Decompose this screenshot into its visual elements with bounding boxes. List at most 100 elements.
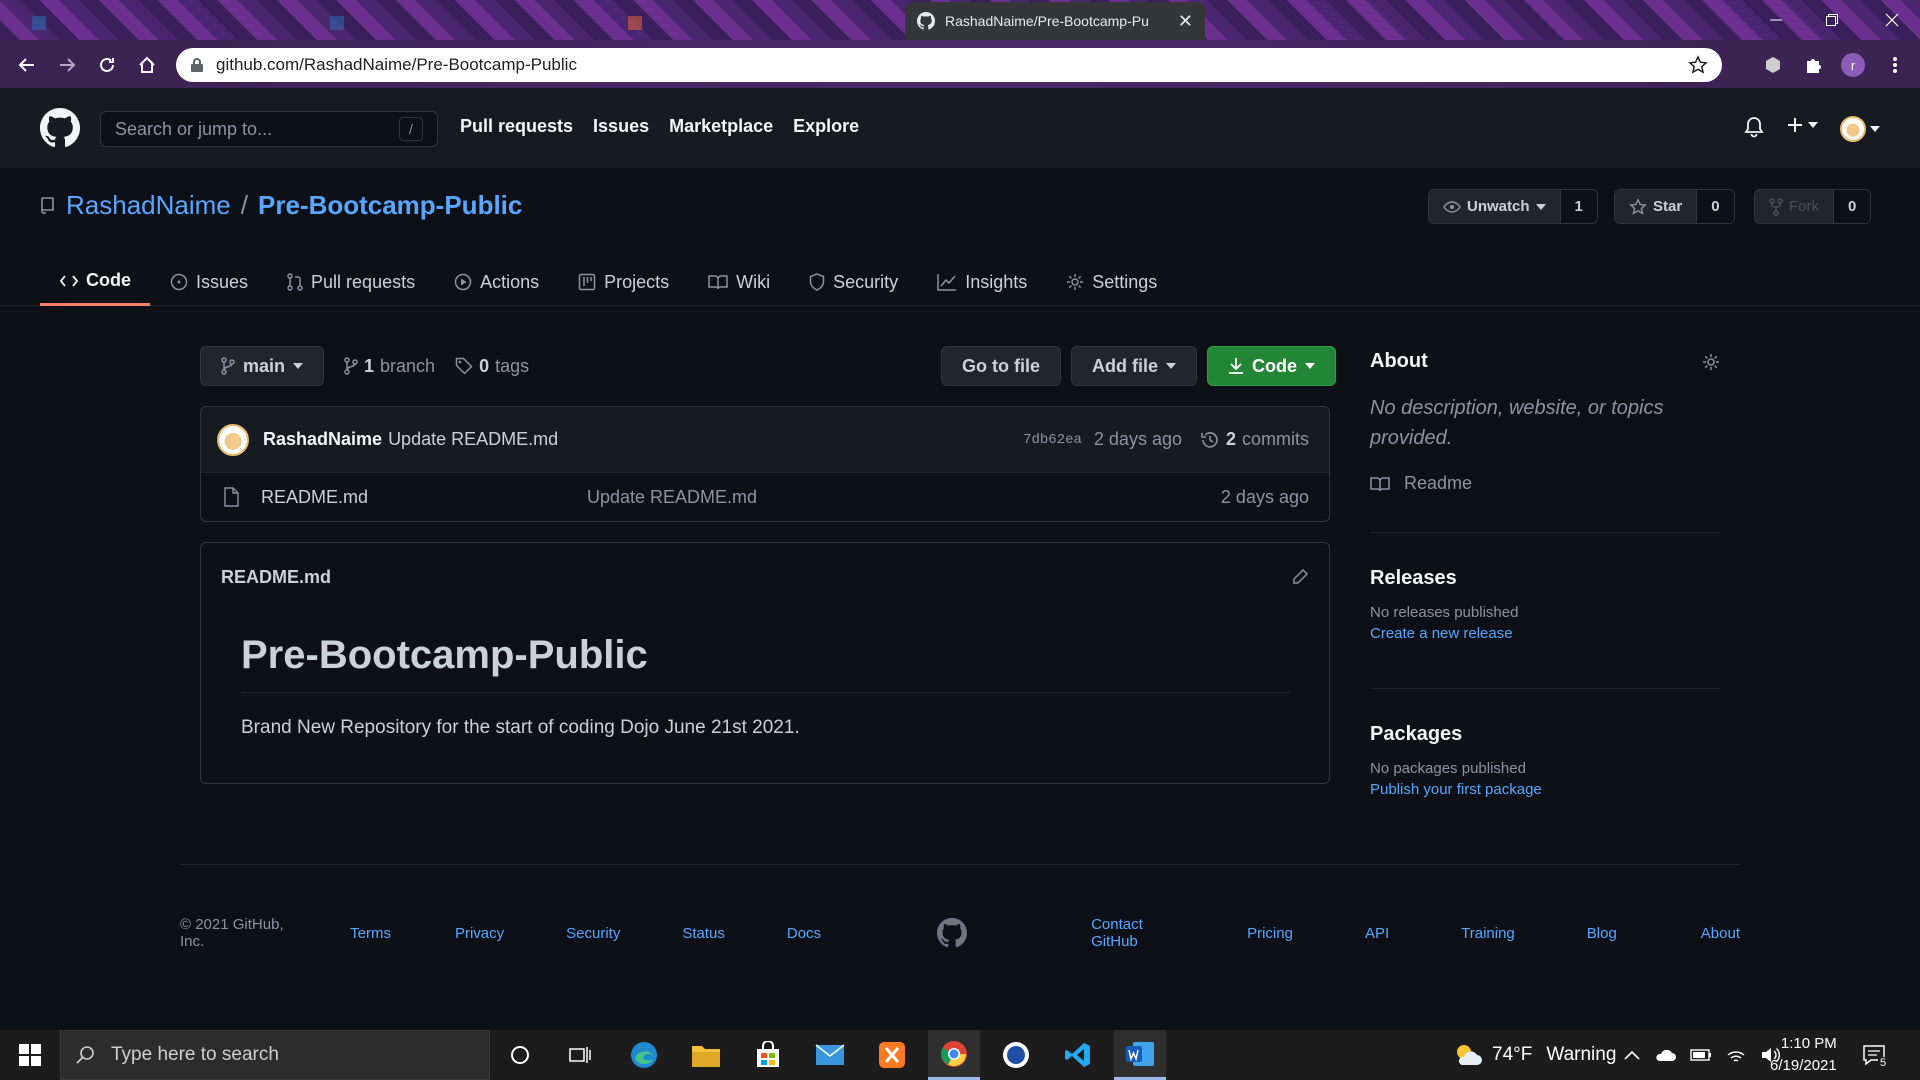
packages-title[interactable]: Packages [1370,723,1720,746]
tab-security[interactable]: Security [789,258,917,306]
footer-link-about[interactable]: About [1701,925,1740,942]
nav-marketplace[interactable]: Marketplace [669,116,773,137]
forks-count[interactable]: 0 [1833,190,1871,223]
footer-link-pricing[interactable]: Pricing [1247,925,1293,942]
start-button[interactable] [4,1030,56,1080]
readme-link[interactable]: Readme [1370,473,1720,494]
taskbar-app-edge[interactable] [618,1030,670,1080]
star-bookmark-icon[interactable] [1688,55,1708,75]
tab-settings[interactable]: Settings [1046,258,1176,306]
footer-link-blog[interactable]: Blog [1587,925,1617,942]
address-bar[interactable]: github.com/RashadNaime/Pre-Bootcamp-Publ… [176,48,1722,82]
footer-link-status[interactable]: Status [682,925,725,942]
taskbar-app-word-online[interactable] [990,1030,1042,1080]
footer-link-security[interactable]: Security [566,925,620,942]
browser-tab[interactable] [616,6,906,40]
branch-selector-button[interactable]: main [200,346,325,386]
footer-github-logo-link[interactable] [937,918,968,948]
task-view-button[interactable] [554,1030,606,1080]
user-menu-button[interactable] [1840,116,1880,142]
footer-link-privacy[interactable]: Privacy [455,925,504,942]
browser-menu-button[interactable] [1882,52,1908,78]
reload-button[interactable] [94,52,120,78]
publish-package-link[interactable]: Publish your first package [1370,781,1720,798]
chevron-up-icon[interactable] [1624,1050,1640,1060]
tab-pull-requests[interactable]: Pull requests [267,258,434,306]
footer-link-api[interactable]: API [1365,925,1389,942]
tab-projects[interactable]: Projects [558,258,688,306]
footer-link-terms[interactable]: Terms [350,925,391,942]
close-window-button[interactable] [1864,0,1920,40]
commit-author-link[interactable]: RashadNaime [263,429,382,450]
commit-author-avatar[interactable] [217,423,249,456]
watchers-count[interactable]: 1 [1559,190,1597,223]
file-name-link[interactable]: README.md [261,487,587,508]
tab-insights[interactable]: Insights [917,258,1046,306]
taskbar-app-file-explorer[interactable] [680,1030,732,1080]
taskbar-app-word[interactable] [1114,1030,1166,1080]
repo-name-link[interactable]: Pre-Bootcamp-Public [258,190,522,221]
code-download-button[interactable]: Code [1207,346,1336,386]
tab-wiki[interactable]: Wiki [688,258,789,306]
extension-button[interactable] [1760,52,1786,78]
branches-link[interactable]: 1 branch [344,356,435,377]
forward-button[interactable] [54,52,80,78]
taskbar-app-mail[interactable] [804,1030,856,1080]
notification-center-button[interactable]: 5 [1862,1030,1896,1080]
go-to-file-button[interactable]: Go to file [941,346,1061,386]
caret-down-icon [1535,203,1546,210]
repo-owner-link[interactable]: RashadNaime [66,190,231,221]
nav-pull-requests[interactable]: Pull requests [460,116,573,137]
github-home-link[interactable] [40,108,80,148]
wifi-icon[interactable] [1726,1046,1746,1064]
weather-widget[interactable]: 74°F Warning [1454,1030,1616,1080]
nav-explore[interactable]: Explore [793,116,859,137]
releases-title[interactable]: Releases [1370,567,1720,590]
cortana-button[interactable] [494,1030,546,1080]
browser-tab[interactable] [20,6,310,40]
close-tab-icon[interactable]: ✕ [1178,11,1193,32]
footer-link-docs[interactable]: Docs [787,925,821,942]
taskbar-app-xampp[interactable] [866,1030,918,1080]
taskbar-app-chrome[interactable] [928,1030,980,1080]
create-release-link[interactable]: Create a new release [1370,625,1720,642]
taskbar-app-store[interactable] [742,1030,794,1080]
github-search-input[interactable]: Search or jump to... / [100,111,438,147]
restore-button[interactable] [1804,0,1860,40]
home-button[interactable] [134,52,160,78]
unwatch-button[interactable]: Unwatch [1429,190,1560,223]
browser-tab[interactable] [318,6,608,40]
tab-actions[interactable]: Actions [434,258,558,306]
commit-count: 2 [1225,429,1236,449]
add-file-button[interactable]: Add file [1071,346,1197,386]
about-settings-button[interactable] [1702,353,1720,371]
file-commit-message-link[interactable]: Update README.md [587,487,757,508]
browser-tab-active[interactable]: RashadNaime/Pre-Bootcamp-Pu ✕ [905,2,1205,40]
minimize-button[interactable] [1748,0,1804,40]
tags-link[interactable]: 0 tags [455,356,529,377]
caret-down-icon [1166,363,1176,369]
extensions-menu-button[interactable] [1800,52,1826,78]
tab-issues[interactable]: Issues [150,258,267,306]
commit-sha-link[interactable]: 7db62ea [1023,432,1082,448]
create-new-button[interactable] [1786,116,1818,134]
taskbar-app-vscode[interactable] [1052,1030,1104,1080]
commit-message-link[interactable]: Update README.md [388,429,558,450]
footer-link-contact[interactable]: Contact GitHub [1091,916,1175,950]
star-button[interactable]: Star [1615,190,1697,223]
nav-issues[interactable]: Issues [593,116,649,137]
battery-icon[interactable] [1690,1048,1712,1062]
onedrive-cloud-icon[interactable] [1654,1048,1676,1062]
clock[interactable]: 1:10 PM 6/19/2021 [1770,1030,1837,1080]
commits-history-link[interactable]: 2 commits [1200,429,1309,450]
notifications-button[interactable] [1744,116,1764,138]
taskbar-search-box[interactable]: Type here to search [60,1030,490,1080]
tab-favicon-icon [330,16,344,30]
tab-code[interactable]: Code [40,258,150,306]
profile-button[interactable]: r [1840,52,1866,78]
edit-readme-button[interactable] [1291,568,1309,586]
fork-button[interactable]: Fork [1755,190,1833,223]
back-button[interactable] [14,52,40,78]
footer-link-training[interactable]: Training [1461,925,1515,942]
stargazers-count[interactable]: 0 [1696,190,1734,223]
